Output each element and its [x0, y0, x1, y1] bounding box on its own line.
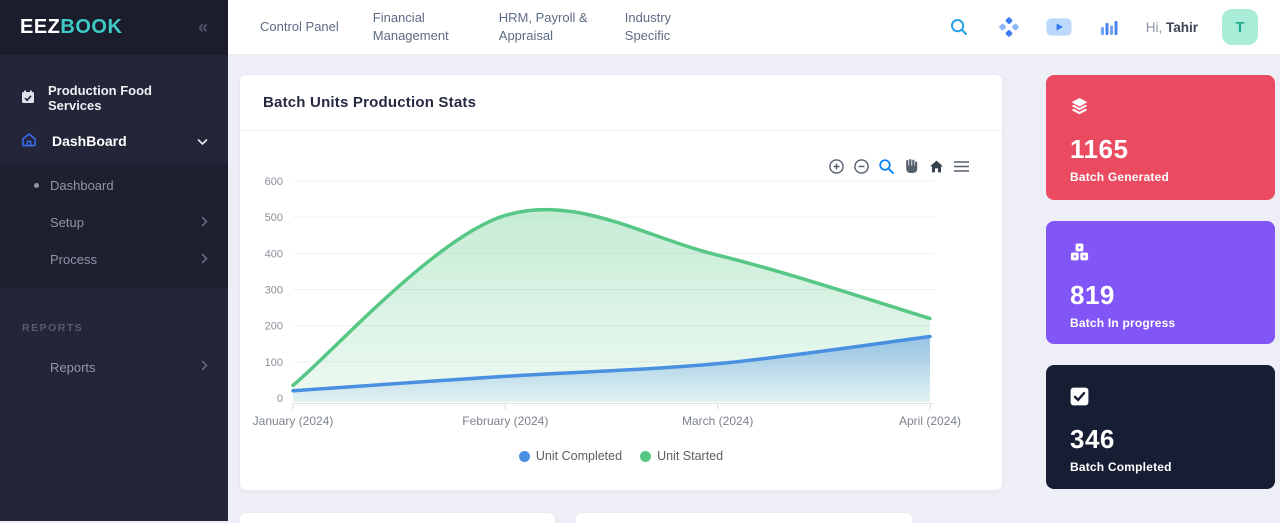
main-content: Batch Units Production Stats: [228, 55, 1280, 521]
legend-item-unit-completed[interactable]: Unit Completed: [519, 449, 622, 463]
top-header: Control Panel Financial Management HRM, …: [228, 0, 1280, 55]
header-nav: Control Panel Financial Management HRM, …: [260, 9, 717, 44]
legend-item-unit-started[interactable]: Unit Started: [640, 449, 723, 463]
video-icon[interactable]: [1046, 14, 1072, 40]
legend-dot-blue: [519, 451, 530, 462]
stat-card-batch-in-progress[interactable]: 819 Batch In progress: [1046, 221, 1275, 344]
home-icon: [20, 131, 38, 152]
stat-cards-column: 1165 Batch Generated 819 Batch In progre…: [1046, 75, 1275, 489]
menu-icon[interactable]: [952, 157, 970, 175]
legend-label: Unit Completed: [536, 449, 622, 463]
svg-text:February (2024): February (2024): [462, 414, 548, 428]
sidebar-item-reports[interactable]: Reports: [0, 348, 228, 386]
stat-label: Batch In progress: [1070, 316, 1251, 330]
svg-text:April (2024): April (2024): [899, 414, 961, 428]
legend-dot-green: [640, 451, 651, 462]
bottom-partial-card-1: [240, 513, 555, 523]
svg-text:300: 300: [265, 285, 283, 297]
stat-value: 346: [1070, 424, 1251, 455]
chevron-down-icon: [197, 133, 208, 149]
chart-body: 0 100 200 300 400 500 600 January (2024) Februar…: [240, 131, 1002, 489]
selection-zoom-icon[interactable]: [877, 157, 895, 175]
svg-text:500: 500: [265, 212, 283, 224]
chevron-right-icon: [201, 360, 208, 374]
sidebar-service-label: Production Food Services: [48, 83, 208, 113]
stat-card-batch-generated[interactable]: 1165 Batch Generated: [1046, 75, 1275, 200]
svg-text:March (2024): March (2024): [682, 414, 753, 428]
logo-part-1: EEZ: [20, 16, 60, 38]
sidebar-logo-bar: EEZBOOK «: [0, 0, 228, 55]
stat-value: 1165: [1070, 134, 1251, 165]
stat-label: Batch Completed: [1070, 460, 1251, 474]
bullet-icon: [34, 183, 39, 188]
chart-legend: Unit Completed Unit Started: [240, 449, 1002, 463]
svg-text:600: 600: [265, 176, 283, 188]
reset-home-icon[interactable]: [927, 157, 945, 175]
svg-text:0: 0: [277, 393, 283, 405]
app-logo: EEZBOOK: [20, 16, 122, 39]
nav-item-hrm-payroll[interactable]: HRM, Payroll & Appraisal: [499, 9, 591, 44]
legend-label: Unit Started: [657, 449, 723, 463]
svg-text:January (2024): January (2024): [253, 414, 334, 428]
sidebar-menu-label: DashBoard: [52, 133, 127, 149]
stat-label: Batch Generated: [1070, 170, 1251, 184]
svg-text:100: 100: [265, 357, 283, 369]
sidebar-subitem-dashboard[interactable]: Dashboard: [0, 167, 228, 204]
chart-toolbar: [827, 157, 970, 175]
greeting-text: Hi, Tahir: [1146, 20, 1198, 35]
apps-icon[interactable]: [996, 14, 1022, 40]
check-square-icon: [1070, 393, 1089, 410]
nav-item-industry-specific[interactable]: Industry Specific: [625, 9, 717, 44]
logo-part-2: BOOK: [60, 16, 122, 38]
sidebar-subitem-setup[interactable]: Setup: [0, 204, 228, 241]
sidebar-item-production-food-services[interactable]: Production Food Services: [0, 85, 228, 111]
sidebar: EEZBOOK « Production Food Services DashB…: [0, 0, 228, 521]
nav-item-control-panel[interactable]: Control Panel: [260, 18, 339, 36]
chart-title: Batch Units Production Stats: [263, 94, 476, 111]
chart-card-header: Batch Units Production Stats: [240, 75, 1002, 131]
pan-icon[interactable]: [902, 157, 920, 175]
user-name: Tahir: [1166, 20, 1198, 35]
sidebar-collapse-icon[interactable]: «: [198, 17, 208, 38]
stats-icon[interactable]: [1096, 14, 1122, 40]
calendar-check-icon: [20, 89, 36, 108]
svg-text:200: 200: [265, 321, 283, 333]
layers-icon: [1070, 103, 1089, 120]
bottom-partial-card-2: [576, 513, 912, 523]
subitem-label: Setup: [50, 215, 84, 230]
reports-label: Reports: [50, 360, 96, 375]
sidebar-section-reports: REPORTS: [0, 322, 228, 334]
sidebar-item-dashboard-parent[interactable]: DashBoard: [0, 119, 228, 163]
subitem-label: Dashboard: [50, 178, 114, 193]
svg-text:400: 400: [265, 248, 283, 260]
subitem-label: Process: [50, 252, 97, 267]
avatar[interactable]: T: [1222, 9, 1258, 45]
chevron-right-icon: [201, 216, 208, 230]
greeting-prefix: Hi,: [1146, 20, 1163, 35]
production-stats-chart: 0 100 200 300 400 500 600 January (2024) Februar…: [240, 131, 1002, 489]
boxes-icon: [1070, 249, 1089, 266]
zoom-in-icon[interactable]: [827, 157, 845, 175]
header-right: Hi, Tahir T: [946, 9, 1280, 45]
sidebar-subitem-process[interactable]: Process: [0, 241, 228, 278]
zoom-out-icon[interactable]: [852, 157, 870, 175]
stat-card-batch-completed[interactable]: 346 Batch Completed: [1046, 365, 1275, 489]
chevron-right-icon: [201, 253, 208, 267]
stat-value: 819: [1070, 280, 1251, 311]
search-icon[interactable]: [946, 14, 972, 40]
dashboard-submenu: Dashboard Setup Process: [0, 163, 228, 288]
nav-item-financial-management[interactable]: Financial Management: [373, 9, 465, 44]
production-stats-card: Batch Units Production Stats: [240, 75, 1002, 490]
